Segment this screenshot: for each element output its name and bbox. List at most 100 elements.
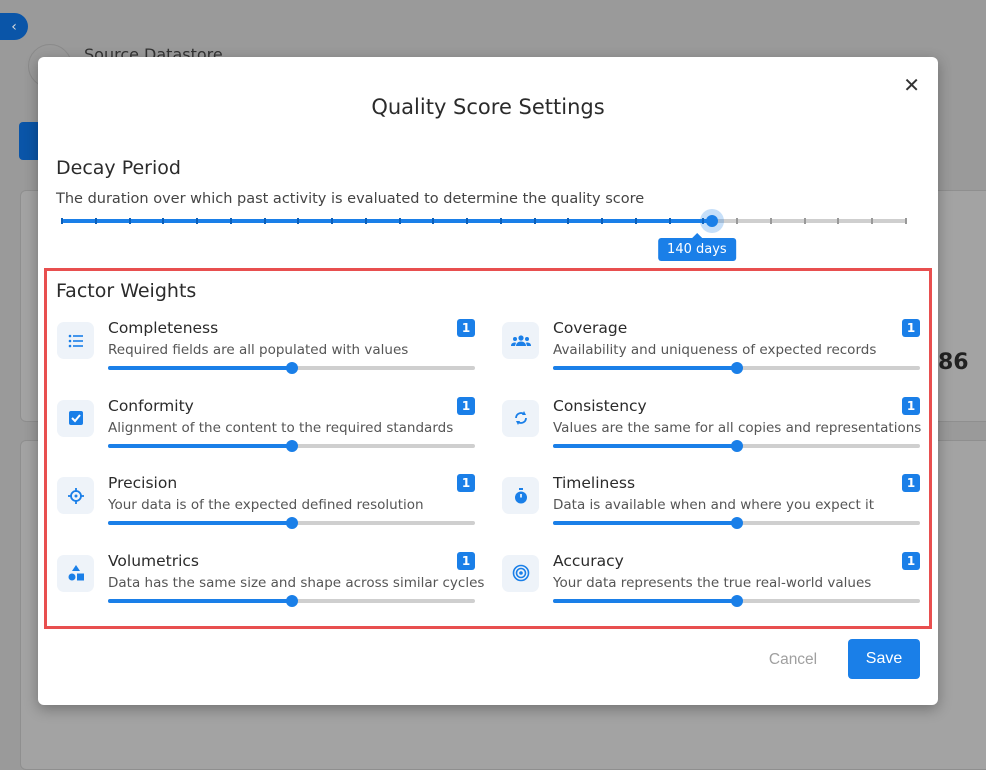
factor-name: Volumetrics: [108, 551, 200, 570]
factor-consistency: Consistency Values are the same for all …: [502, 396, 922, 457]
stopwatch-icon: [502, 477, 539, 514]
shapes-icon: [57, 554, 94, 592]
factor-coverage: Coverage Availability and uniqueness of …: [502, 319, 920, 379]
slider-thumb[interactable]: [730, 439, 743, 452]
score-value: 86: [938, 350, 969, 375]
quality-score-settings-dialog: ✕ Quality Score Settings Decay Period Th…: [38, 57, 938, 705]
slider-fill: [108, 521, 292, 525]
slider-fill: [108, 366, 292, 370]
factor-accuracy: Accuracy Your data represents the true r…: [502, 551, 920, 612]
save-button[interactable]: Save: [848, 639, 920, 679]
factor-precision: Precision Your data is of the expected d…: [57, 474, 475, 534]
sync-icon: [502, 399, 539, 437]
factor-description: Values are the same for all copies and r…: [553, 419, 922, 436]
factor-weight-slider[interactable]: [553, 362, 920, 374]
factor-weights-heading: Factor Weights: [56, 280, 197, 302]
slider-tick: [736, 218, 739, 224]
close-icon: ✕: [903, 73, 920, 97]
factor-weight-slider[interactable]: [108, 439, 475, 452]
slider-tick: [499, 218, 502, 224]
factor-weight-slider[interactable]: [108, 517, 475, 529]
back-button[interactable]: ‹: [0, 13, 28, 40]
slider-tick: [634, 218, 637, 224]
factor-description: Your data represents the true real-world…: [553, 574, 872, 591]
factor-name: Coverage: [553, 319, 628, 337]
factor-weight-slider[interactable]: [553, 439, 920, 452]
decay-value-tooltip: 140 days: [658, 233, 736, 261]
slider-tick: [196, 218, 199, 224]
slider-thumb[interactable]: [705, 215, 718, 227]
factor-description: Your data is of the expected defined res…: [108, 497, 424, 513]
slider-thumb[interactable]: [730, 362, 743, 374]
checkbox-icon: [57, 399, 94, 437]
decay-period-slider[interactable]: [61, 209, 907, 233]
cancel-button[interactable]: Cancel: [748, 640, 838, 680]
decay-period-heading: Decay Period: [56, 157, 181, 179]
factor-weight-badge: 1: [457, 396, 475, 415]
crosshair-icon: [57, 477, 94, 514]
slider-fill: [108, 598, 292, 603]
factor-volumetrics: Volumetrics Data has the same size and s…: [57, 551, 484, 612]
slider-fill: [553, 443, 737, 448]
factor-name: Accuracy: [553, 551, 624, 570]
factor-weight-badge: 1: [902, 319, 920, 337]
factor-description: Required fields are all populated with v…: [108, 342, 409, 358]
slider-fill: [108, 443, 292, 448]
factor-weight-badge: 1: [902, 396, 920, 415]
list-icon: [57, 322, 94, 359]
factor-conformity: Conformity Alignment of the content to t…: [57, 396, 475, 457]
slider-tick: [769, 218, 772, 224]
slider-tick: [229, 218, 232, 224]
close-button[interactable]: ✕: [903, 73, 920, 97]
factor-weight-badge: 1: [902, 551, 920, 570]
factor-name: Completeness: [108, 319, 219, 337]
slider-tick: [533, 218, 536, 224]
factor-timeliness: Timeliness Data is available when and wh…: [502, 474, 920, 534]
factor-weight-slider[interactable]: [553, 594, 920, 607]
slider-tick: [905, 218, 907, 224]
slider-tick: [837, 218, 840, 224]
factor-weight-slider[interactable]: [108, 362, 475, 374]
factor-weight-badge: 1: [457, 319, 475, 337]
slider-thumb[interactable]: [285, 439, 298, 452]
slider-tick: [567, 218, 570, 224]
slider-tick: [94, 218, 97, 224]
factor-weight-badge: 1: [902, 474, 920, 492]
slider-thumb[interactable]: [285, 594, 298, 607]
factor-name: Consistency: [553, 396, 647, 415]
slider-fill: [62, 219, 712, 223]
slider-fill: [553, 366, 737, 370]
slider-thumb[interactable]: [285, 517, 298, 529]
factor-weight-slider[interactable]: [553, 517, 920, 529]
factor-name: Conformity: [108, 396, 194, 415]
factor-completeness: Completeness Required fields are all pop…: [57, 319, 475, 379]
factor-weight-slider[interactable]: [108, 594, 475, 607]
slider-tick: [668, 218, 671, 224]
dialog-title: Quality Score Settings: [371, 95, 605, 119]
group-icon: [502, 322, 539, 359]
factor-weight-badge: 1: [457, 551, 475, 570]
slider-tick: [331, 218, 334, 224]
slider-tick: [871, 218, 874, 224]
slider-tick: [61, 218, 63, 224]
target-icon: [502, 554, 539, 592]
slider-tick: [803, 218, 806, 224]
slider-fill: [553, 521, 737, 525]
slider-thumb[interactable]: [285, 362, 298, 374]
chevron-left-icon: ‹: [11, 18, 17, 35]
slider-tick: [601, 218, 604, 224]
slider-tick: [162, 218, 165, 224]
factor-weights-section: Factor Weights Completeness Required fie…: [44, 268, 932, 629]
slider-tick: [128, 218, 131, 224]
slider-tick: [432, 218, 435, 224]
slider-thumb[interactable]: [730, 594, 743, 607]
slider-fill: [553, 598, 737, 603]
slider-tick: [297, 218, 300, 224]
slider-tick: [398, 218, 401, 224]
factor-description: Alignment of the content to the required…: [108, 419, 454, 436]
factor-description: Data has the same size and shape across …: [108, 574, 485, 591]
slider-tick: [466, 218, 469, 224]
slider-thumb[interactable]: [730, 517, 743, 529]
factor-name: Timeliness: [553, 474, 636, 492]
slider-tick: [263, 218, 266, 224]
